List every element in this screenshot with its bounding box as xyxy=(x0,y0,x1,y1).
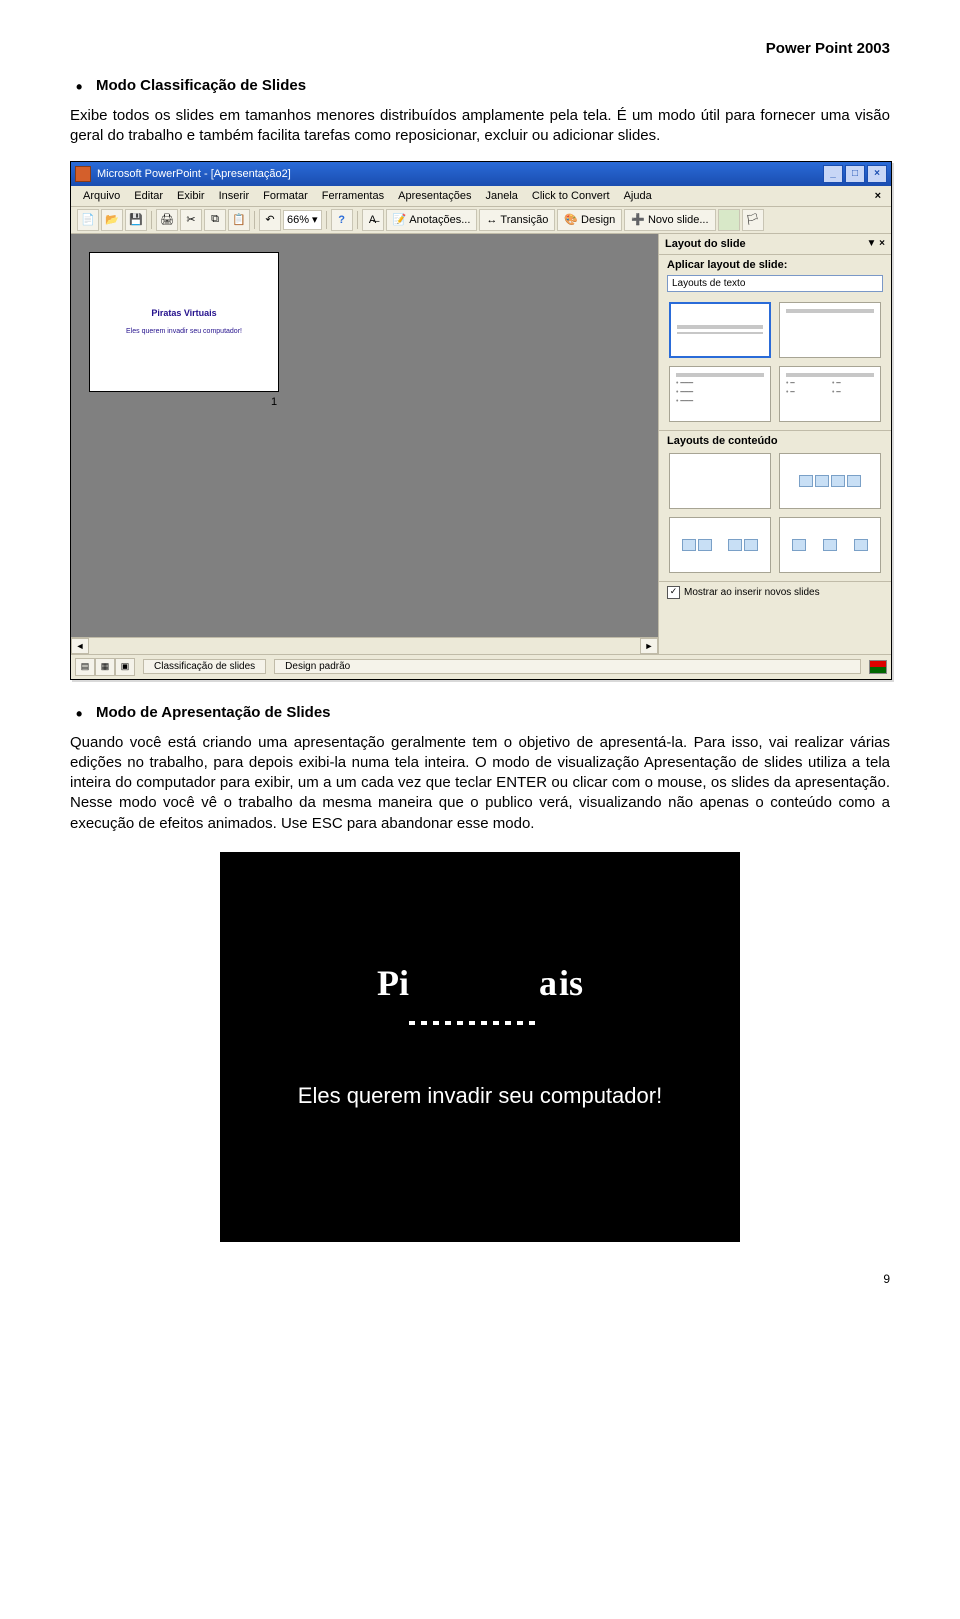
menu-editar[interactable]: Editar xyxy=(128,188,169,204)
save-icon[interactable]: 💾 xyxy=(125,209,147,231)
design-button[interactable]: 🎨Design xyxy=(557,209,622,231)
doc-header: Power Point 2003 xyxy=(70,40,890,57)
menu-inserir[interactable]: Inserir xyxy=(213,188,256,204)
scroll-left-icon[interactable]: ◄ xyxy=(71,638,89,654)
layout-content[interactable] xyxy=(779,453,881,509)
hide-formatting-icon[interactable]: A̶ xyxy=(362,209,384,231)
open-icon[interactable]: 📂 xyxy=(101,209,123,231)
normal-view-icon[interactable]: ▤ xyxy=(75,658,95,676)
text-layouts-grid: • ━━━• ━━━• ━━━ • ━• ━ • ━• ━ xyxy=(659,298,891,430)
menu-janela[interactable]: Janela xyxy=(480,188,524,204)
slide-sorter-canvas[interactable]: Piratas Virtuais Eles querem invadir seu… xyxy=(71,234,659,654)
slideshow-subtitle: Eles querem invadir seu computador! xyxy=(220,1082,740,1110)
minimize-button[interactable]: _ xyxy=(823,165,843,183)
menu-formatar[interactable]: Formatar xyxy=(257,188,314,204)
task-pane-dropdown-icon[interactable]: ▼ × xyxy=(866,238,885,249)
layout-title-bullets[interactable]: • ━━━• ━━━• ━━━ xyxy=(669,366,771,422)
language-flag-icon[interactable] xyxy=(869,660,887,674)
slideshow-preview: Piais Eles querem invadir seu computador… xyxy=(220,852,740,1242)
status-bar: ▤ ▦ ▣ Classificação de slides Design pad… xyxy=(71,654,891,679)
section1-title: Modo Classificação de Slides xyxy=(70,77,890,94)
status-mode: Classificação de slides xyxy=(143,659,266,674)
layout-blank[interactable] xyxy=(669,453,771,509)
section1-body: Exibe todos os slides em tamanhos menore… xyxy=(70,106,890,147)
slideshow-view-icon[interactable]: ▣ xyxy=(115,658,135,676)
menu-exibir[interactable]: Exibir xyxy=(171,188,211,204)
show-on-insert-check[interactable]: ✓ Mostrar ao inserir novos slides xyxy=(659,581,891,603)
menu-arquivo[interactable]: Arquivo xyxy=(77,188,126,204)
status-design: Design padrão xyxy=(274,659,861,674)
layout-three-content[interactable] xyxy=(779,517,881,573)
annotations-button[interactable]: 📝Anotações... xyxy=(386,209,478,231)
window-title: Microsoft PowerPoint - [Apresentação2] xyxy=(97,168,291,180)
menu-bar: Arquivo Editar Exibir Inserir Formatar F… xyxy=(71,186,891,207)
horizontal-scrollbar[interactable]: ◄ ► xyxy=(71,637,658,654)
slide-thumbnail-1[interactable]: Piratas Virtuais Eles querem invadir seu… xyxy=(89,252,279,392)
help-icon[interactable]: ? xyxy=(331,209,353,231)
powerpoint-window: Microsoft PowerPoint - [Apresentação2] _… xyxy=(70,161,892,680)
layout-two-content[interactable] xyxy=(669,517,771,573)
window-buttons: _ □ × xyxy=(823,165,887,183)
content-layouts-grid xyxy=(659,449,891,581)
paste-icon[interactable]: 📋 xyxy=(228,209,250,231)
task-pane-header[interactable]: Layout do slide ▼ × xyxy=(659,234,891,255)
layout-title-slide[interactable] xyxy=(669,302,771,358)
menu-click-to-convert[interactable]: Click to Convert xyxy=(526,188,616,204)
maximize-button[interactable]: □ xyxy=(845,165,865,183)
menu-apresentacoes[interactable]: Apresentações xyxy=(392,188,477,204)
menu-ajuda[interactable]: Ajuda xyxy=(618,188,658,204)
content-layouts-label: Layouts de conteúdo xyxy=(659,430,891,449)
language-icon[interactable]: 🏳 xyxy=(742,209,764,231)
close-button[interactable]: × xyxy=(867,165,887,183)
transition-button[interactable]: ↔Transição xyxy=(479,209,555,231)
copy-icon[interactable]: ⧉ xyxy=(204,209,226,231)
apply-label: Aplicar layout de slide: xyxy=(659,255,891,273)
color-icon[interactable] xyxy=(718,209,740,231)
slide-number: 1 xyxy=(271,396,277,408)
layout-category-select[interactable]: Layouts de texto xyxy=(667,275,883,292)
zoom-combo[interactable]: 66%▾ xyxy=(283,210,322,230)
cut-icon[interactable]: ✂ xyxy=(180,209,202,231)
layout-title-only[interactable] xyxy=(779,302,881,358)
undo-icon[interactable]: ↶ xyxy=(259,209,281,231)
sorter-view-icon[interactable]: ▦ xyxy=(95,658,115,676)
menu-ferramentas[interactable]: Ferramentas xyxy=(316,188,390,204)
task-pane: Layout do slide ▼ × Aplicar layout de sl… xyxy=(659,234,891,654)
layout-two-column-text[interactable]: • ━• ━ • ━• ━ xyxy=(779,366,881,422)
doc-close-icon[interactable]: × xyxy=(871,190,885,202)
scroll-right-icon[interactable]: ► xyxy=(640,638,658,654)
app-icon xyxy=(75,166,91,182)
page-number: 9 xyxy=(70,1272,890,1286)
toolbar: 📄 📂 💾 🖨 ✂ ⧉ 📋 ↶ 66%▾ ? A̶ 📝Anotações... … xyxy=(71,207,891,234)
new-slide-button[interactable]: ➕Novo slide... xyxy=(624,209,715,231)
thumb-subtitle: Eles querem invadir seu computador! xyxy=(126,328,242,336)
print-icon[interactable]: 🖨 xyxy=(156,209,178,231)
thumb-title: Piratas Virtuais xyxy=(151,308,216,318)
checkbox-icon[interactable]: ✓ xyxy=(667,586,680,599)
title-bar: Microsoft PowerPoint - [Apresentação2] _… xyxy=(71,162,891,186)
slideshow-title-animated: Piais xyxy=(220,962,740,1004)
new-icon[interactable]: 📄 xyxy=(77,209,99,231)
section2-title: Modo de Apresentação de Slides xyxy=(70,704,890,721)
section2-body: Quando você está criando uma apresentaçã… xyxy=(70,733,890,834)
